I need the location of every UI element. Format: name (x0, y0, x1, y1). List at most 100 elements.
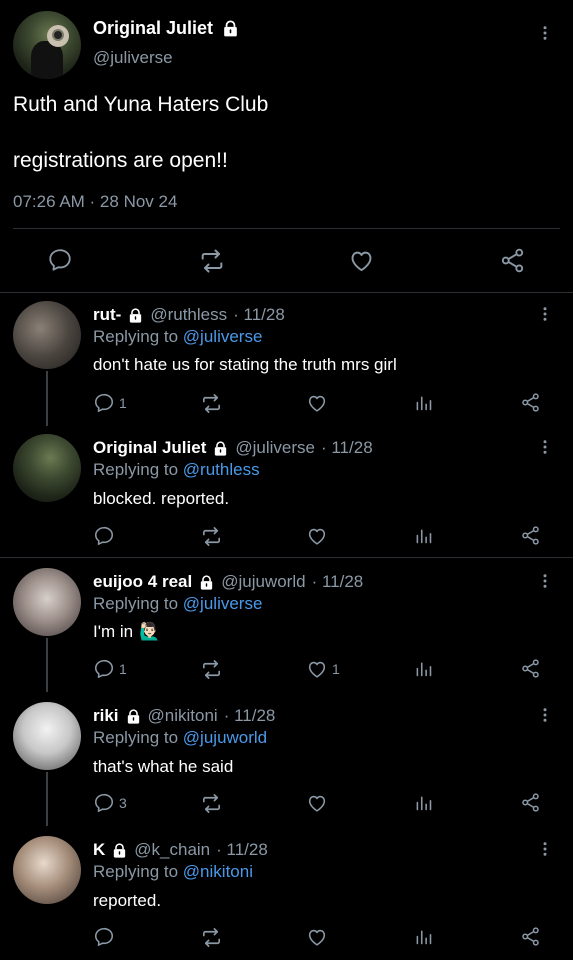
more-options-icon[interactable] (536, 24, 554, 42)
more-options-icon[interactable] (536, 438, 554, 456)
handle[interactable]: @k_chain (134, 840, 210, 860)
reply-item[interactable]: Original Juliet @juliverse · 11/28 Reply… (0, 426, 573, 557)
reply-icon[interactable] (47, 247, 73, 273)
retweet-icon[interactable] (200, 658, 223, 681)
display-name[interactable]: K (93, 840, 105, 860)
like-button[interactable]: 1 (306, 658, 340, 680)
reply-text: I'm in 🙋🏻‍♂️ (93, 622, 160, 642)
timestamp[interactable]: 07:26 AM · 28 Nov 24 (13, 192, 177, 212)
reply-text-content: I'm in (93, 622, 134, 641)
reply-text-content: that's what he said (93, 757, 234, 776)
reply-header: riki @nikitoni · 11/28 (93, 706, 275, 726)
person-raising-hand-emoji: 🙋🏻‍♂️ (139, 622, 161, 641)
reply-text-content: reported. (93, 891, 162, 910)
stats-icon[interactable] (413, 792, 434, 813)
main-tweet[interactable]: Original Juliet @juliverse Ruth and Yuna… (0, 0, 573, 293)
retweet-icon[interactable] (200, 926, 223, 949)
handle[interactable]: @juliverse (93, 48, 173, 68)
share-icon[interactable] (520, 525, 541, 546)
reply-item[interactable]: rut- @ruthless · 11/28 Replying to @juli… (0, 293, 573, 426)
like-icon[interactable] (306, 926, 328, 948)
reply-button[interactable]: 3 (93, 792, 127, 814)
like-icon[interactable] (306, 392, 328, 414)
reply-icon (93, 392, 115, 414)
share-icon[interactable] (499, 247, 526, 274)
stats-icon[interactable] (413, 525, 434, 546)
tweet-text-line2: registrations are open!! (13, 149, 228, 172)
handle[interactable]: @ruthless (150, 305, 227, 325)
replying-to: Replying to @jujuworld (93, 728, 267, 748)
replying-to-link[interactable]: @juliverse (183, 594, 263, 613)
reply-icon[interactable] (93, 926, 115, 948)
more-options-icon[interactable] (536, 305, 554, 323)
retweet-icon[interactable] (200, 392, 223, 415)
reply-header: K @k_chain · 11/28 (93, 840, 268, 860)
display-name[interactable]: rut- (93, 305, 121, 325)
share-icon[interactable] (520, 658, 541, 679)
date: · 11/28 (311, 572, 364, 591)
replying-to-link[interactable]: @juliverse (183, 327, 263, 346)
display-name[interactable]: Original Juliet (93, 18, 240, 39)
display-name[interactable]: Original Juliet (93, 438, 206, 458)
replying-label: Replying to (93, 460, 179, 479)
date: · 11/28 (216, 840, 268, 859)
lock-icon (111, 842, 128, 859)
handle[interactable]: @juliverse (235, 438, 315, 458)
replying-label: Replying to (93, 594, 179, 613)
share-icon[interactable] (520, 392, 541, 413)
reply-button[interactable]: 1 (93, 392, 127, 414)
reply-header: Original Juliet @juliverse · 11/28 (93, 438, 373, 458)
replying-to-link[interactable]: @ruthless (183, 460, 260, 479)
reply-text-content: blocked. reported. (93, 489, 230, 508)
replying-to: Replying to @ruthless (93, 460, 260, 480)
replying-label: Replying to (93, 728, 179, 747)
reply-item[interactable]: riki @nikitoni · 11/28 Replying to @juju… (0, 692, 573, 826)
lock-icon (127, 307, 144, 324)
like-icon (306, 658, 328, 680)
share-icon[interactable] (520, 926, 541, 947)
retweet-icon[interactable] (200, 525, 223, 548)
lock-icon (212, 440, 229, 457)
handle[interactable]: @nikitoni (148, 706, 218, 726)
reply-icon[interactable] (93, 525, 115, 547)
reply-text: reported. (93, 891, 161, 911)
more-options-icon[interactable] (536, 840, 554, 858)
avatar[interactable] (13, 301, 81, 369)
like-icon[interactable] (348, 247, 375, 274)
replying-to: Replying to @juliverse (93, 594, 262, 614)
more-options-icon[interactable] (536, 572, 554, 590)
lock-icon (198, 574, 215, 591)
reply-header: rut- @ruthless · 11/28 (93, 305, 285, 325)
thread-line (46, 371, 48, 426)
reply-count: 1 (119, 395, 127, 411)
lock-icon (221, 19, 240, 38)
stats-icon[interactable] (413, 392, 434, 413)
stats-icon[interactable] (413, 926, 434, 947)
reply-button[interactable]: 1 (93, 658, 127, 680)
replying-to: Replying to @juliverse (93, 327, 262, 347)
avatar[interactable] (13, 568, 81, 636)
reply-icon (93, 792, 115, 814)
stats-icon[interactable] (413, 658, 434, 679)
replying-to-link[interactable]: @nikitoni (183, 862, 253, 881)
display-name-text[interactable]: Original Juliet (93, 18, 213, 39)
like-icon[interactable] (306, 792, 328, 814)
avatar[interactable] (13, 11, 81, 79)
more-options-icon[interactable] (536, 706, 554, 724)
replying-to: Replying to @nikitoni (93, 862, 253, 882)
reply-icon (93, 658, 115, 680)
reply-item[interactable]: euijoo 4 real @jujuworld · 11/28 Replyin… (0, 558, 573, 692)
avatar[interactable] (13, 434, 81, 502)
display-name[interactable]: riki (93, 706, 119, 726)
retweet-icon[interactable] (198, 247, 226, 275)
display-name[interactable]: euijoo 4 real (93, 572, 192, 592)
replying-to-link[interactable]: @jujuworld (183, 728, 267, 747)
reply-item[interactable]: K @k_chain · 11/28 Replying to @nikitoni… (0, 826, 573, 960)
avatar[interactable] (13, 702, 81, 770)
handle[interactable]: @jujuworld (221, 572, 305, 592)
like-icon[interactable] (306, 525, 328, 547)
tweet-text-line1: Ruth and Yuna Haters Club (13, 93, 269, 116)
retweet-icon[interactable] (200, 792, 223, 815)
avatar[interactable] (13, 836, 81, 904)
share-icon[interactable] (520, 792, 541, 813)
